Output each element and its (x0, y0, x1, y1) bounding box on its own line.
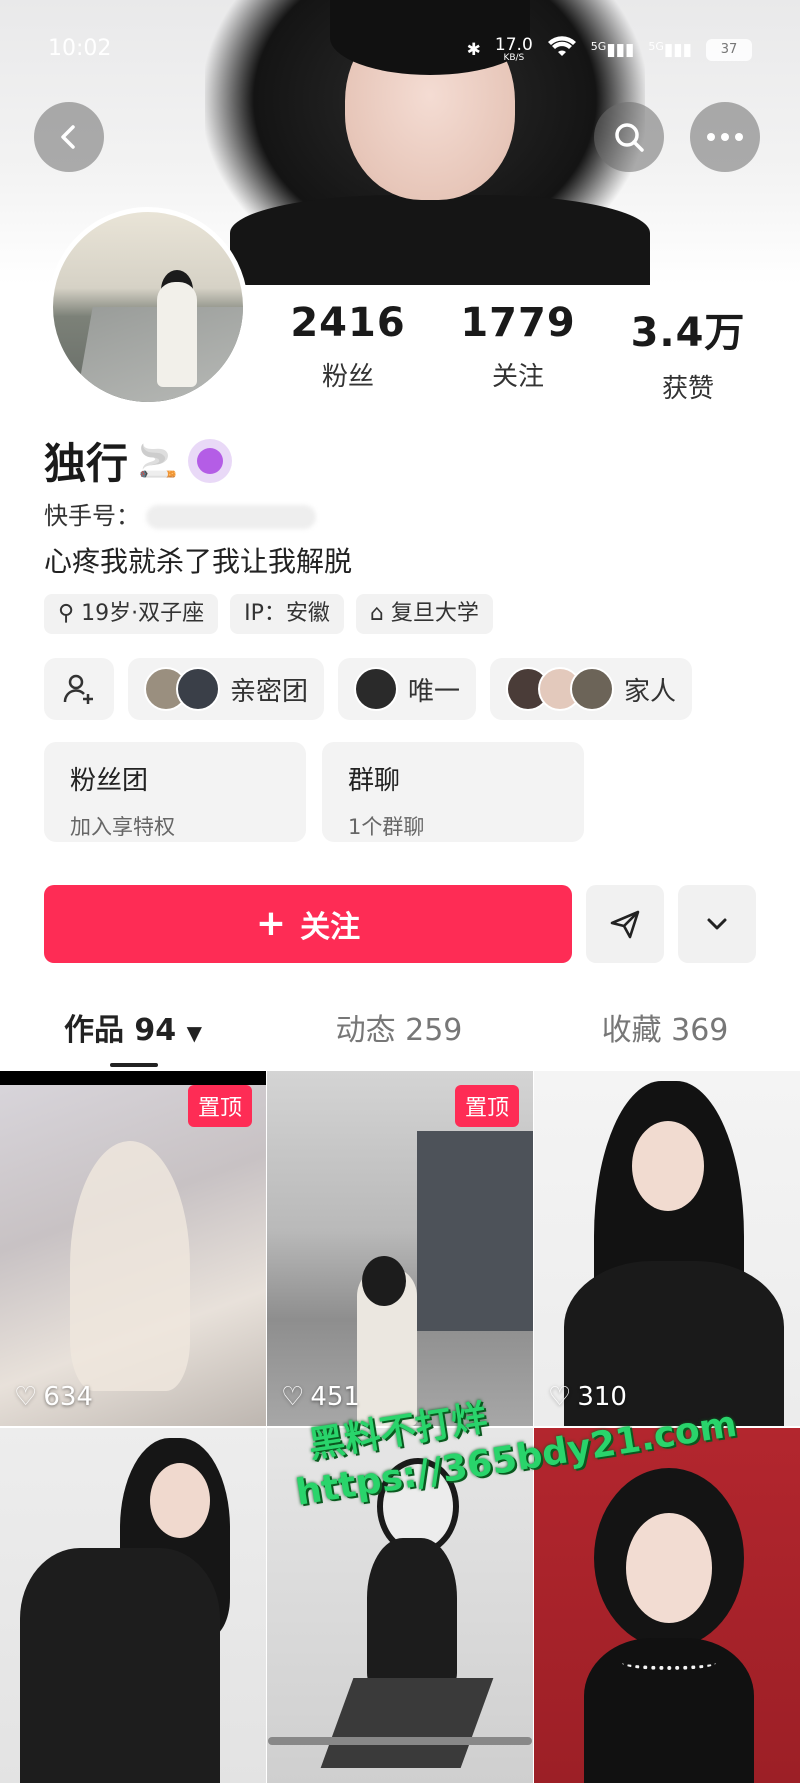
follow-button[interactable]: + 关注 (44, 885, 572, 963)
group-cards: 粉丝团 加入享特权 群聊 1个群聊 (44, 742, 584, 842)
tag-ip: IP：安徽 (230, 594, 344, 634)
tab-works[interactable]: 作品 94 ▼ (0, 1005, 266, 1049)
home-indicator[interactable] (268, 1737, 532, 1745)
send-icon (610, 910, 640, 939)
active-tab-indicator (110, 1063, 158, 1067)
wifi-icon (547, 36, 577, 63)
chevron-down-icon (707, 918, 727, 930)
network-speed: 17.0 KB/S (494, 34, 533, 63)
more-button[interactable] (690, 102, 760, 172)
like-count: ♡ 634 (14, 1382, 93, 1412)
video-thumbnail[interactable]: 置顶 ♡ 634 (0, 1071, 266, 1426)
more-dots-icon (707, 133, 743, 141)
profile-name-text: 独行 (44, 439, 129, 488)
add-person-icon (63, 674, 93, 704)
signal-5g-icon-2: 5G▮▮▮ (648, 39, 692, 60)
battery-indicator: 37 (706, 38, 752, 61)
group-chat-card[interactable]: 群聊 1个群聊 (322, 742, 584, 842)
status-bar: 10:02 ✱ 17.0 KB/S 5G▮▮▮ 5G▮▮▮ 37 (48, 36, 752, 64)
pinned-badge: 置顶 (187, 1085, 252, 1127)
gender-icon: ⚲ (58, 601, 82, 626)
video-thumbnail[interactable]: 置顶 ♡ 451 (267, 1071, 533, 1426)
send-message-button[interactable] (586, 885, 664, 963)
avatar-mini (354, 667, 399, 711)
chip-only-one[interactable]: 唯一 (338, 658, 477, 720)
chip-family[interactable]: 家人 (490, 658, 693, 720)
profile-bio: 心疼我就杀了我让我解脱 (44, 545, 353, 578)
avatar-mini (570, 667, 615, 711)
profile-name: 独行 🚬 (44, 430, 232, 491)
graduation-cap-icon: ⌂ (369, 601, 391, 626)
profile-stats: 2416 粉丝 1779 关注 3.4万 获赞 (263, 300, 773, 405)
back-button[interactable] (34, 102, 104, 172)
avatar[interactable] (48, 207, 248, 407)
stat-followers[interactable]: 2416 粉丝 (263, 300, 433, 405)
video-thumbnail[interactable] (0, 1428, 266, 1783)
tag-age: ⚲ 19岁·双子座 (44, 594, 219, 634)
tag-school[interactable]: ⌂ 复旦大学 (355, 594, 493, 634)
relation-chips: 亲密团 唯一 家人 (44, 658, 693, 720)
heart-icon: ♡ (281, 1382, 305, 1412)
chip-intimate-group[interactable]: 亲密团 (128, 658, 325, 720)
chevron-left-icon (61, 125, 75, 149)
cigarette-emoji-icon: 🚬 (138, 441, 178, 480)
like-count: ♡ 451 (281, 1382, 360, 1412)
stat-following[interactable]: 1779 关注 (433, 300, 603, 405)
content-tabs: 作品 94 ▼ 动态 259 收藏 369 (0, 1005, 800, 1049)
status-time: 10:02 (48, 36, 112, 61)
avatar-mini (176, 667, 220, 711)
video-thumbnail[interactable] (534, 1428, 800, 1783)
pinned-badge: 置顶 (454, 1085, 519, 1127)
search-button[interactable] (594, 102, 664, 172)
expand-recommendations-button[interactable] (678, 885, 756, 963)
add-friend-button[interactable] (44, 658, 114, 720)
heart-icon: ♡ (14, 1382, 38, 1412)
search-icon (615, 123, 644, 152)
tab-moments[interactable]: 动态 259 (266, 1005, 532, 1049)
kuaishou-id: 快手号： (44, 496, 316, 531)
profile-tags: ⚲ 19岁·双子座 IP：安徽 ⌂ 复旦大学 (44, 594, 493, 634)
signal-5g-icon: 5G▮▮▮ (590, 39, 635, 60)
redacted-id (146, 505, 316, 529)
stat-likes[interactable]: 3.4万 获赞 (603, 300, 773, 405)
verified-badge-icon[interactable] (187, 438, 232, 483)
bluetooth-icon: ✱ (466, 39, 481, 60)
plus-icon: + (255, 903, 287, 944)
dropdown-triangle-icon: ▼ (186, 1021, 203, 1045)
fan-club-card[interactable]: 粉丝团 加入享特权 (44, 742, 306, 842)
tab-favorites[interactable]: 收藏 369 (532, 1005, 798, 1049)
